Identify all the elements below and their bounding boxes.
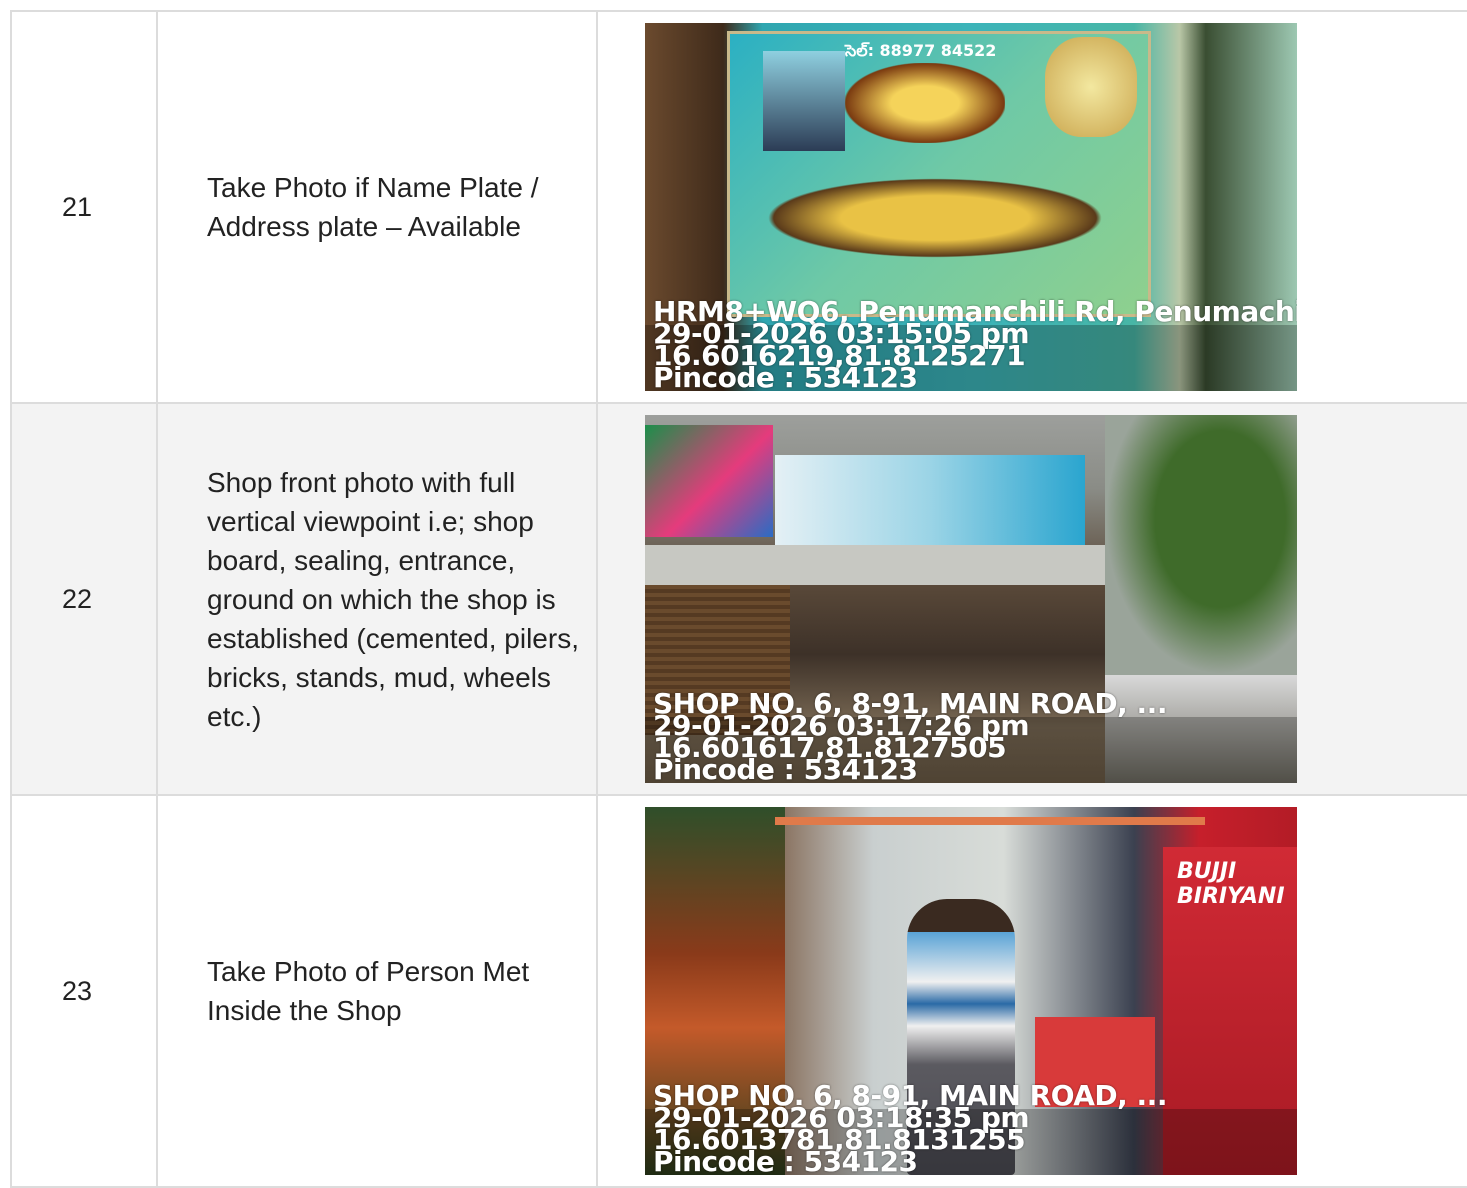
row-number: 22 bbox=[12, 404, 158, 794]
person-met-photo[interactable]: BUJJI BIRIYANI SHOP NO. 6, 8-91, MAIN RO… bbox=[645, 807, 1297, 1175]
stamp-pincode: Pincode : 534123 bbox=[653, 1145, 918, 1176]
photo-cell: SHOP NO. 6, 8-91, MAIN ROAD, ... 29-01-2… bbox=[598, 404, 1467, 794]
background-trees bbox=[1105, 415, 1297, 675]
geo-stamp: SHOP NO. 6, 8-91, MAIN ROAD, ... 29-01-2… bbox=[653, 1082, 1167, 1176]
row-number: 21 bbox=[12, 12, 158, 402]
shop-sign-board bbox=[775, 455, 1085, 545]
row-description: Take Photo if Name Plate / Address plate… bbox=[158, 12, 598, 402]
sign-subtitle-art bbox=[745, 173, 1125, 263]
geo-stamp: SHOP NO. 6, 8-91, MAIN ROAD, ... 29-01-2… bbox=[653, 690, 1167, 784]
neighbor-sign bbox=[645, 425, 773, 537]
sign-food-image bbox=[1045, 37, 1137, 137]
row-number: 23 bbox=[12, 796, 158, 1186]
table-row: 23 Take Photo of Person Met Inside the S… bbox=[12, 796, 1467, 1188]
table-row: 21 Take Photo if Name Plate / Address pl… bbox=[12, 12, 1467, 404]
sign-title-art bbox=[845, 63, 1005, 143]
row-description: Take Photo of Person Met Inside the Shop bbox=[158, 796, 598, 1186]
stamp-pincode: Pincode : 534123 bbox=[653, 753, 918, 784]
banner-text: BUJJI BIRIYANI bbox=[1177, 859, 1285, 909]
shop-roof bbox=[645, 545, 1105, 585]
sign-phone: సెల్: 88977 84522 bbox=[845, 41, 997, 60]
name-plate-photo[interactable]: సెల్: 88977 84522 HRM8+WQ6, Penumanchili… bbox=[645, 23, 1297, 391]
table-row: 22 Shop front photo with full vertical v… bbox=[12, 404, 1467, 796]
photo-cell: సెల్: 88977 84522 HRM8+WQ6, Penumanchili… bbox=[598, 12, 1467, 402]
geo-stamp: HRM8+WQ6, Penumanchili Rd, Penumachili, … bbox=[653, 298, 1297, 392]
shop-front-photo[interactable]: SHOP NO. 6, 8-91, MAIN ROAD, ... 29-01-2… bbox=[645, 415, 1297, 783]
row-description: Shop front photo with full vertical view… bbox=[158, 404, 598, 794]
overhead-bar bbox=[775, 817, 1205, 825]
photo-cell: BUJJI BIRIYANI SHOP NO. 6, 8-91, MAIN RO… bbox=[598, 796, 1467, 1186]
sign-portrait bbox=[763, 51, 845, 151]
photo-table: 21 Take Photo if Name Plate / Address pl… bbox=[10, 10, 1467, 1188]
